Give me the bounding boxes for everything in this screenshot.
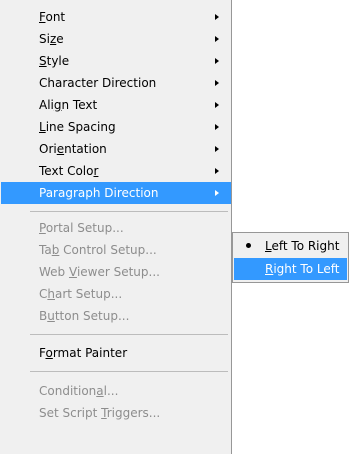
menu-item-chart-setup[interactable]: Chart Setup...	[0, 283, 231, 305]
menu-item-tab-control-setup[interactable]: Tab Control Setup...	[0, 239, 231, 261]
menu-item-label: Orientation	[39, 142, 107, 156]
submenu-arrow-icon	[215, 58, 219, 64]
menu-item-align-text[interactable]: Align Text	[0, 94, 231, 116]
menu-item-set-script-triggers[interactable]: Set Script Triggers...	[0, 402, 231, 424]
menu-item-label: Character Direction	[39, 76, 157, 90]
menu-item-label: Format Painter	[39, 346, 128, 360]
menu-item-web-viewer-setup[interactable]: Web Viewer Setup...	[0, 261, 231, 283]
menu-item-font[interactable]: Font	[0, 6, 231, 28]
menu-item-label: Web Viewer Setup...	[39, 265, 160, 279]
submenu-arrow-icon	[215, 146, 219, 152]
menu-item-label: Text Color	[39, 164, 99, 178]
menu-item-label: Portal Setup...	[39, 221, 124, 235]
menu-item-label: Paragraph Direction	[39, 186, 159, 200]
submenu-item-label: Left To Right	[265, 239, 340, 253]
menu-separator	[30, 211, 228, 212]
submenu-item-label: Right To Left	[265, 262, 340, 276]
menu-item-label: Chart Setup...	[39, 287, 123, 301]
bullet-check-icon	[246, 243, 251, 248]
menu-item-label: Button Setup...	[39, 309, 130, 323]
menu-item-label: Font	[39, 10, 66, 24]
submenu-arrow-icon	[215, 190, 219, 196]
menu-item-label: Set Script Triggers...	[39, 406, 161, 420]
submenu-item-left-to-right[interactable]: Left To Right	[234, 235, 347, 257]
menu-item-label: Size	[39, 32, 64, 46]
context-menu: Font Size Style Character Direction Alig…	[0, 0, 232, 454]
menu-item-text-color[interactable]: Text Color	[0, 160, 231, 182]
submenu-item-right-to-left[interactable]: Right To Left	[234, 258, 347, 280]
menu-item-label: Line Spacing	[39, 120, 116, 134]
menu-item-label: Align Text	[39, 98, 98, 112]
menu-item-format-painter[interactable]: Format Painter	[0, 342, 231, 364]
menu-item-size[interactable]: Size	[0, 28, 231, 50]
submenu-arrow-icon	[215, 80, 219, 86]
submenu-arrow-icon	[215, 102, 219, 108]
menu-separator	[30, 334, 228, 335]
paragraph-direction-submenu: Left To Right Right To Left	[232, 232, 349, 283]
menu-item-orientation[interactable]: Orientation	[0, 138, 231, 160]
menu-item-button-setup[interactable]: Button Setup...	[0, 305, 231, 327]
menu-item-conditional[interactable]: Conditional...	[0, 380, 231, 402]
menu-separator	[30, 371, 228, 372]
menu-item-style[interactable]: Style	[0, 50, 231, 72]
menu-item-paragraph-direction[interactable]: Paragraph Direction	[1, 182, 231, 204]
submenu-arrow-icon	[215, 124, 219, 130]
menu-item-label: Tab Control Setup...	[39, 243, 157, 257]
submenu-arrow-icon	[215, 168, 219, 174]
menu-item-portal-setup[interactable]: Portal Setup...	[0, 217, 231, 239]
submenu-arrow-icon	[215, 14, 219, 20]
menu-item-character-direction[interactable]: Character Direction	[0, 72, 231, 94]
menu-item-line-spacing[interactable]: Line Spacing	[0, 116, 231, 138]
menu-item-label: Conditional...	[39, 384, 119, 398]
menu-item-label: Style	[39, 54, 70, 68]
submenu-arrow-icon	[215, 36, 219, 42]
